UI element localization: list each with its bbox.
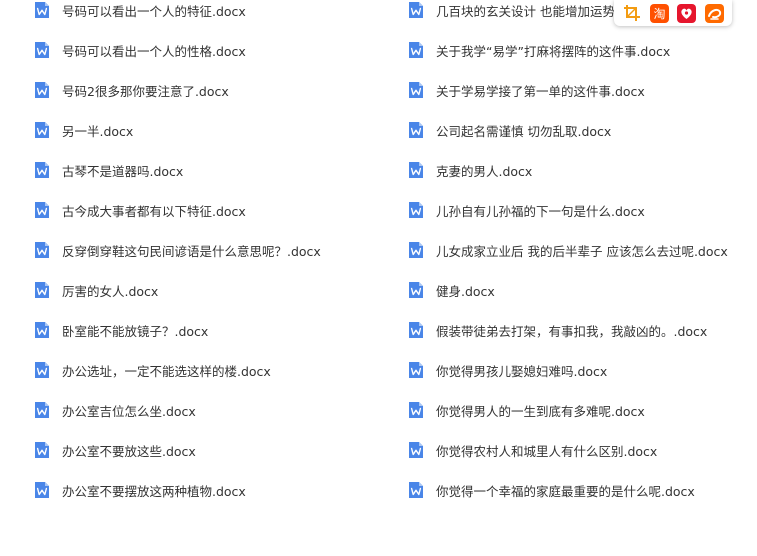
word-doc-icon	[34, 401, 50, 419]
file-name: 儿孙自有儿孙福的下一句是什么.docx	[436, 203, 645, 219]
word-doc-icon	[408, 1, 424, 19]
word-doc-icon	[34, 121, 50, 139]
file-item[interactable]: 你觉得男孩儿娶媳妇难吗.docx	[408, 350, 753, 390]
file-name: 假装带徒弟去打架，有事扣我，我敲凶的。.docx	[436, 323, 708, 339]
file-name: 你觉得男孩儿娶媳妇难吗.docx	[436, 363, 608, 379]
file-name: 另一半.docx	[62, 123, 134, 139]
file-item[interactable]: 办公室吉位怎么坐.docx	[34, 390, 394, 430]
file-item[interactable]: 办公室不要摆放这两种植物.docx	[34, 470, 394, 510]
file-name: 你觉得男人的一生到底有多难呢.docx	[436, 403, 645, 419]
weibo-icon	[677, 3, 697, 23]
alibaba-button[interactable]	[704, 3, 724, 23]
file-item[interactable]: 你觉得男人的一生到底有多难呢.docx	[408, 390, 753, 430]
file-name: 关于我学“易学”打麻将摆阵的这件事.docx	[436, 43, 671, 59]
word-doc-icon	[34, 441, 50, 459]
word-doc-icon	[34, 161, 50, 179]
file-name: 厉害的女人.docx	[62, 283, 159, 299]
word-doc-icon	[408, 481, 424, 499]
file-item[interactable]: 克妻的男人.docx	[408, 150, 753, 190]
taobao-label: 淘	[653, 7, 665, 21]
word-doc-icon	[408, 201, 424, 219]
file-name: 号码可以看出一个人的性格.docx	[62, 43, 246, 59]
file-item[interactable]: 关于学易学接了第一单的这件事.docx	[408, 70, 753, 110]
file-item[interactable]: 健身.docx	[408, 270, 753, 310]
file-item[interactable]: 公司起名需谨慎 切勿乱取.docx	[408, 110, 753, 150]
word-doc-icon	[408, 121, 424, 139]
file-column-left: 号码可以看出一个人的特征.docx 号码可以看出一个人的性格.docx 号码2很多那…	[34, 0, 394, 510]
word-doc-icon	[408, 321, 424, 339]
file-item[interactable]: 古今成大事者都有以下特征.docx	[34, 190, 394, 230]
file-name: 你觉得一个幸福的家庭最重要的是什么呢.docx	[436, 483, 695, 499]
file-item[interactable]: 号码可以看出一个人的特征.docx	[34, 0, 394, 30]
crop-icon	[623, 5, 640, 21]
word-doc-icon	[408, 441, 424, 459]
file-item[interactable]: 儿女成家立业后 我的后半辈子 应该怎么去过呢.docx	[408, 230, 753, 270]
file-name: 办公选址，一定不能选这样的楼.docx	[62, 363, 271, 379]
file-name: 号码可以看出一个人的特征.docx	[62, 3, 246, 19]
floating-toolbar: 淘	[614, 0, 732, 26]
file-name: 号码2很多那你要注意了.docx	[62, 83, 229, 99]
file-item[interactable]: 卧室能不能放镜子？.docx	[34, 310, 394, 350]
word-doc-icon	[34, 481, 50, 499]
word-doc-icon	[34, 41, 50, 59]
crop-button[interactable]	[622, 3, 642, 23]
file-item[interactable]: 反穿倒穿鞋这句民间谚语是什么意思呢？.docx	[34, 230, 394, 270]
word-doc-icon	[408, 41, 424, 59]
word-doc-icon	[34, 281, 50, 299]
file-name: 公司起名需谨慎 切勿乱取.docx	[436, 123, 612, 139]
weibo-button[interactable]	[677, 3, 697, 23]
word-doc-icon	[34, 201, 50, 219]
file-item[interactable]: 办公室不要放这些.docx	[34, 430, 394, 470]
file-name: 你觉得农村人和城里人有什么区别.docx	[436, 443, 658, 459]
file-name: 办公室不要放这些.docx	[62, 443, 196, 459]
word-doc-icon	[408, 241, 424, 259]
file-column-right: 几百块的玄关设计 也能增加运势喔关于我学“易学”打麻将摆阵的这件事.docx 关于…	[408, 0, 753, 510]
word-doc-icon	[34, 241, 50, 259]
file-name: 卧室能不能放镜子？.docx	[62, 323, 209, 339]
file-item[interactable]: 厉害的女人.docx	[34, 270, 394, 310]
alibaba-icon	[704, 3, 724, 23]
file-name: 古今成大事者都有以下特征.docx	[62, 203, 246, 219]
word-doc-icon	[408, 401, 424, 419]
file-name: 办公室吉位怎么坐.docx	[62, 403, 196, 419]
file-item[interactable]: 关于我学“易学”打麻将摆阵的这件事.docx	[408, 30, 753, 70]
file-name: 反穿倒穿鞋这句民间谚语是什么意思呢？.docx	[62, 243, 321, 259]
file-item[interactable]: 古琴不是道器吗.docx	[34, 150, 394, 190]
word-doc-icon	[34, 361, 50, 379]
file-item[interactable]: 另一半.docx	[34, 110, 394, 150]
file-name: 几百块的玄关设计 也能增加运势喔	[436, 3, 628, 19]
word-doc-icon	[408, 361, 424, 379]
file-list-view: 号码可以看出一个人的特征.docx 号码可以看出一个人的性格.docx 号码2很多那…	[0, 0, 757, 556]
word-doc-icon	[34, 1, 50, 19]
file-item[interactable]: 你觉得一个幸福的家庭最重要的是什么呢.docx	[408, 470, 753, 510]
file-name: 古琴不是道器吗.docx	[62, 163, 184, 179]
word-doc-icon	[408, 161, 424, 179]
file-name: 关于学易学接了第一单的这件事.docx	[436, 83, 645, 99]
file-item[interactable]: 假装带徒弟去打架，有事扣我，我敲凶的。.docx	[408, 310, 753, 350]
word-doc-icon	[34, 321, 50, 339]
file-item[interactable]: 你觉得农村人和城里人有什么区别.docx	[408, 430, 753, 470]
word-doc-icon	[408, 281, 424, 299]
taobao-icon: 淘	[649, 3, 669, 23]
word-doc-icon	[408, 81, 424, 99]
file-item[interactable]: 儿孙自有儿孙福的下一句是什么.docx	[408, 190, 753, 230]
taobao-button[interactable]: 淘	[649, 3, 669, 23]
file-item[interactable]: 号码2很多那你要注意了.docx	[34, 70, 394, 110]
file-name: 健身.docx	[436, 283, 495, 299]
file-item[interactable]: 办公选址，一定不能选这样的楼.docx	[34, 350, 394, 390]
file-name: 克妻的男人.docx	[436, 163, 533, 179]
file-name: 办公室不要摆放这两种植物.docx	[62, 483, 246, 499]
word-doc-icon	[34, 81, 50, 99]
file-name: 儿女成家立业后 我的后半辈子 应该怎么去过呢.docx	[436, 243, 728, 259]
file-item[interactable]: 号码可以看出一个人的性格.docx	[34, 30, 394, 70]
